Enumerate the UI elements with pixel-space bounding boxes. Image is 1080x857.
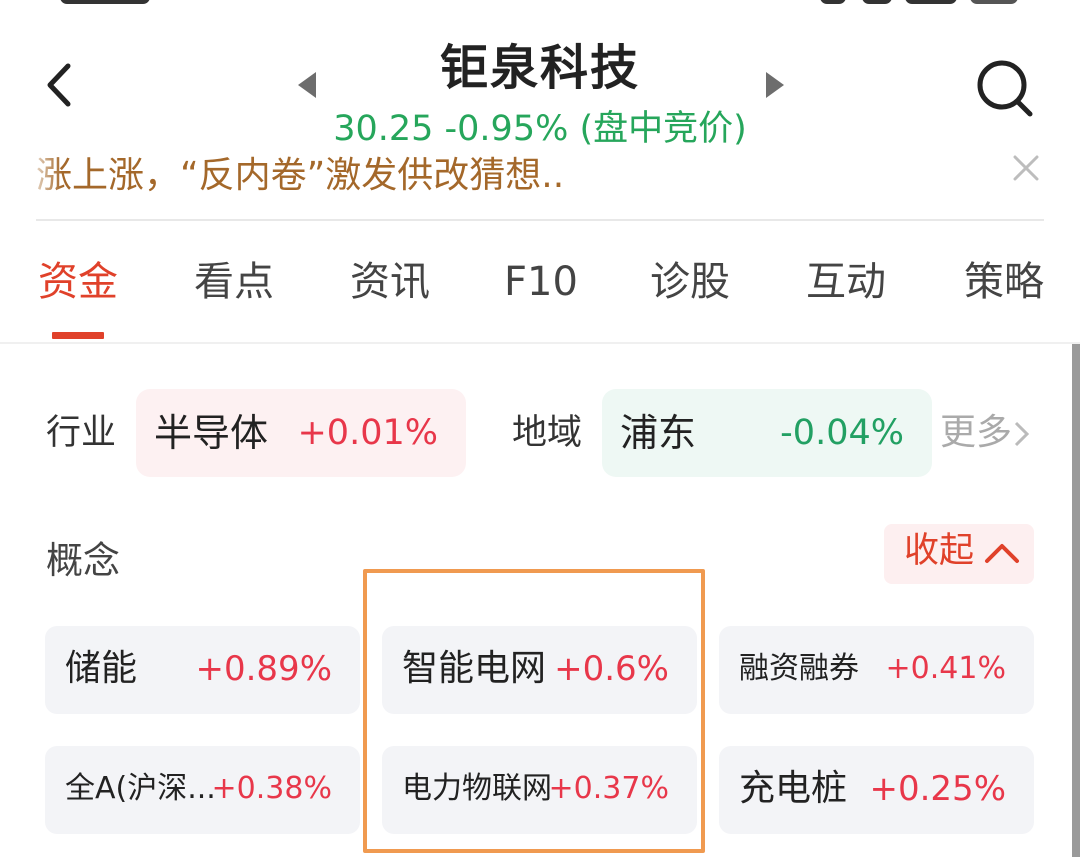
collapse-button[interactable]: 收起 — [884, 524, 1034, 584]
region-name: 浦东 — [620, 411, 697, 455]
ticker-close-button[interactable] — [1012, 154, 1040, 182]
chevron-up-icon — [985, 544, 1019, 563]
tab-news[interactable]: 资讯 — [330, 250, 450, 320]
concept-card[interactable]: 融资融券 +0.41% — [719, 626, 1034, 714]
prev-stock-button[interactable] — [296, 70, 318, 100]
scrollbar[interactable] — [1072, 344, 1080, 857]
next-stock-button[interactable] — [764, 70, 786, 100]
back-button[interactable] — [38, 60, 82, 110]
search-button[interactable] — [972, 56, 1036, 120]
stock-name: 钜泉科技 — [439, 40, 640, 96]
divider — [0, 342, 1080, 344]
tab-funds[interactable]: 资金 — [18, 250, 138, 320]
tab-strategy[interactable]: 策略 — [944, 250, 1064, 320]
concept-name: 储能 — [65, 648, 138, 689]
tab-interaction[interactable]: 互动 — [786, 250, 906, 320]
triangle-right-icon — [766, 72, 784, 98]
concept-label: 概念 — [46, 539, 120, 582]
stock-quote: 30.25 -0.95% (盘中竞价) — [333, 109, 747, 149]
tab-highlights[interactable]: 看点 — [174, 250, 294, 320]
triangle-left-icon — [298, 72, 316, 98]
industry-label: 行业 — [46, 413, 117, 453]
industry-name: 半导体 — [154, 411, 269, 455]
active-tab-indicator — [52, 332, 104, 339]
region-label: 地域 — [512, 413, 583, 453]
status-bar — [0, 0, 1080, 8]
concept-card[interactable]: 充电桩 +0.25% — [719, 746, 1034, 834]
region-change: -0.04% — [780, 413, 904, 453]
concept-name: 充电桩 — [739, 768, 848, 809]
more-label: 更多 — [940, 412, 1013, 453]
concept-change: +0.25% — [869, 769, 1007, 809]
chevron-right-icon — [1014, 421, 1030, 447]
industry-chip[interactable]: 半导体 +0.01% — [136, 389, 466, 477]
collapse-label: 收起 — [904, 531, 975, 571]
concept-card[interactable]: 储能 +0.89% — [45, 626, 360, 714]
search-icon — [977, 60, 1033, 117]
industry-change: +0.01% — [297, 413, 438, 453]
concept-change: +0.89% — [195, 649, 333, 689]
concept-change: +0.38% — [211, 771, 332, 806]
concept-name: 全A(沪深... — [65, 771, 216, 806]
divider — [36, 219, 1044, 221]
more-button[interactable]: 更多 — [940, 410, 1032, 456]
highlight-box — [363, 569, 705, 853]
news-ticker[interactable]: 涨上涨，“反内卷”激发供改猜想.. — [36, 146, 956, 194]
tab-diagnosis[interactable]: 诊股 — [630, 250, 750, 320]
concept-name: 融资融券 — [739, 651, 859, 686]
chevron-left-icon — [47, 63, 71, 107]
region-chip[interactable]: 浦东 -0.04% — [602, 389, 932, 477]
concept-card[interactable]: 全A(沪深... +0.38% — [45, 746, 360, 834]
concept-change: +0.41% — [885, 651, 1006, 686]
close-icon — [1013, 155, 1039, 181]
tab-f10[interactable]: F10 — [486, 250, 596, 320]
tab-bar: 资金 看点 资讯 F10 诊股 互动 策略 — [0, 250, 1080, 320]
